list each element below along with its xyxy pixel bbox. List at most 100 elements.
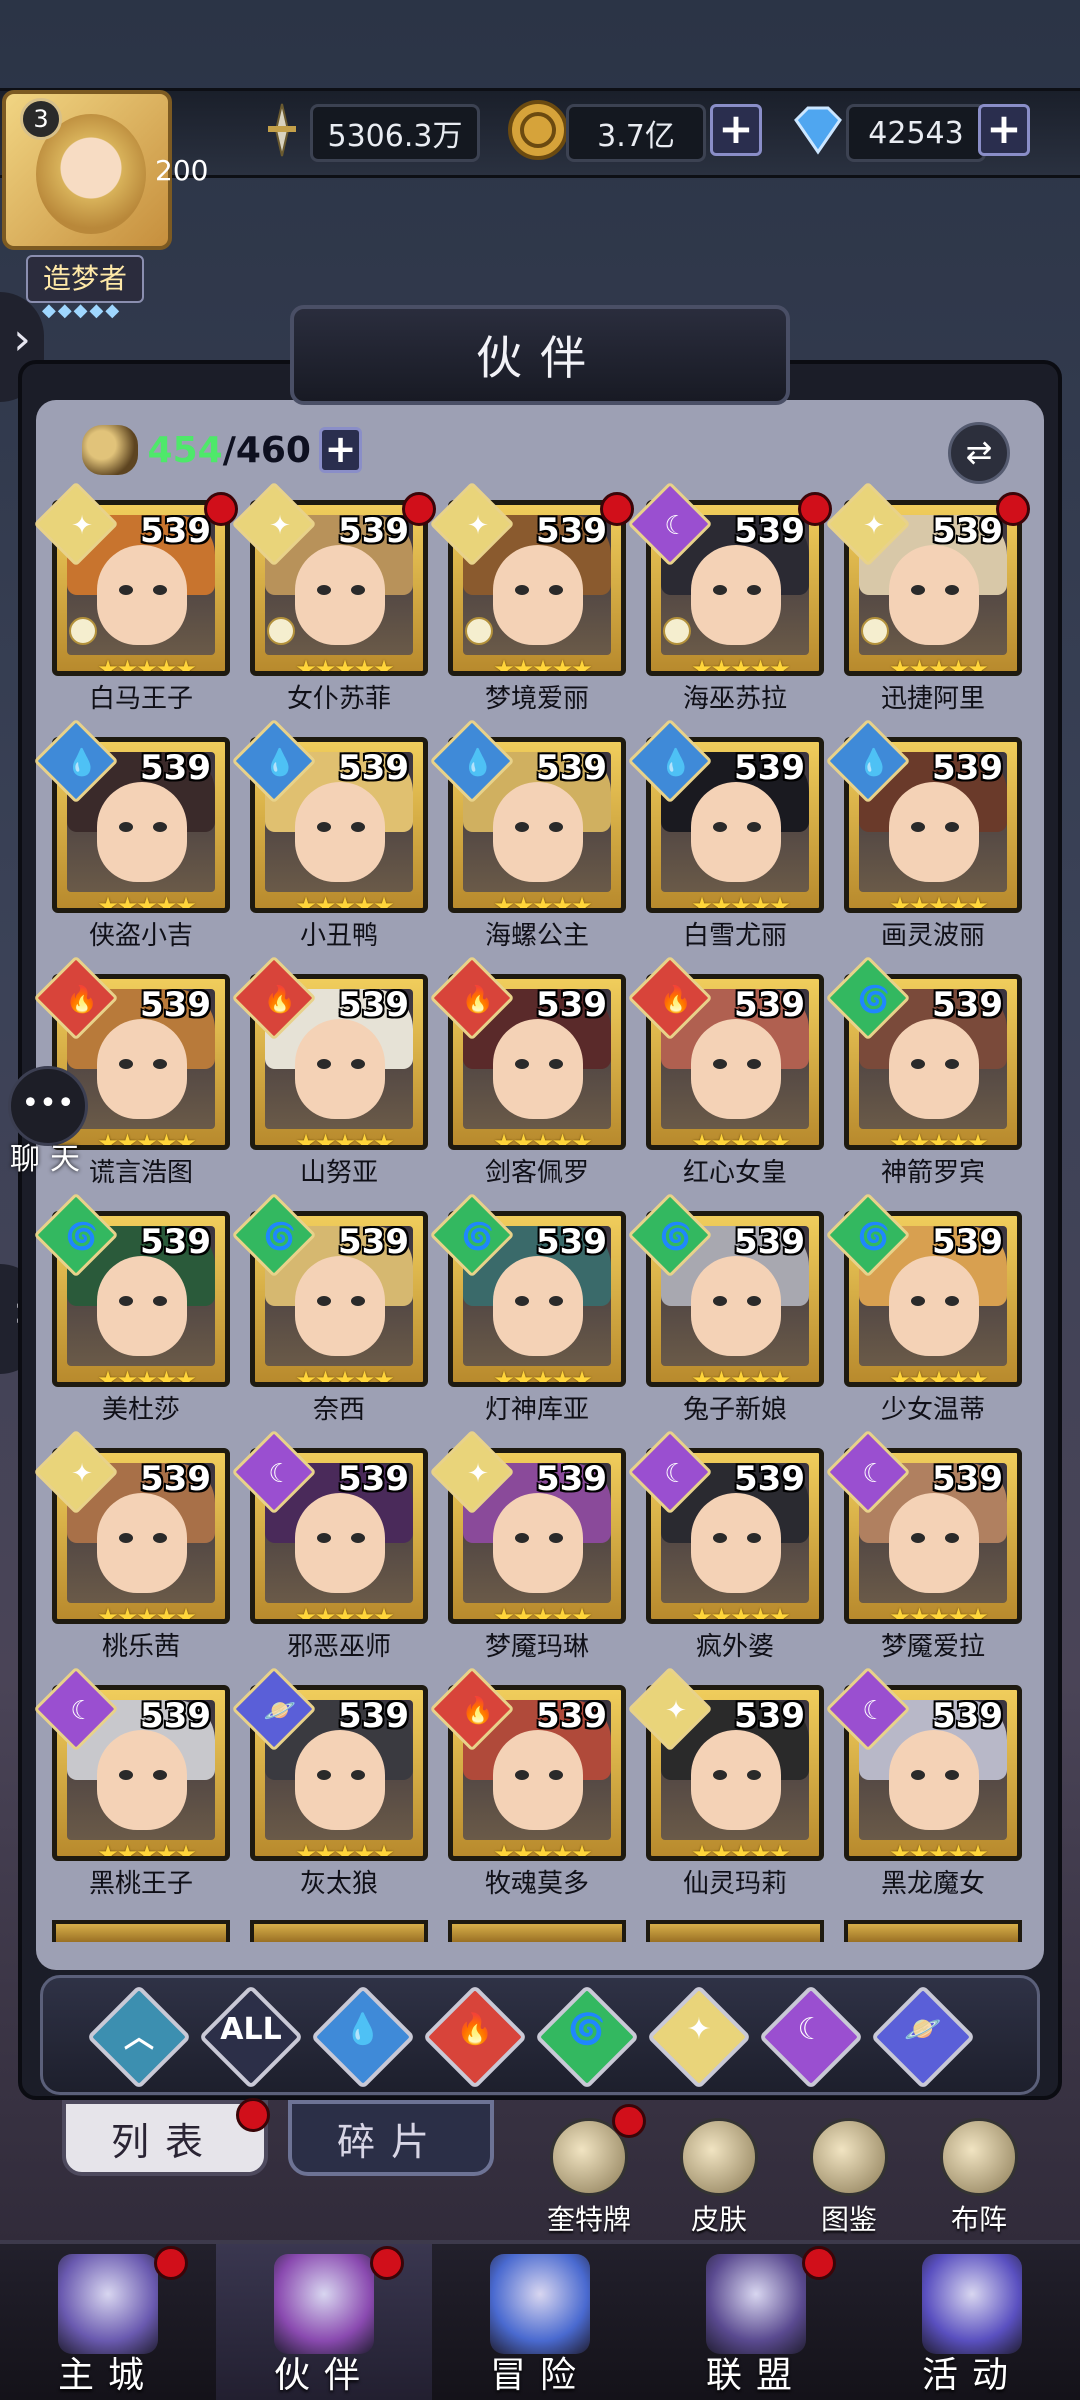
hero-face [295,1730,385,1830]
hero-eye [549,1059,563,1069]
hero-level: 539 [140,1222,211,1262]
hero-eye [153,1059,167,1069]
hero-level: 539 [338,748,409,788]
hero-card[interactable]: 539 ★★★★★ 💧 画灵波丽 [825,718,1022,951]
hero-card[interactable]: 539 ★★★★★ 💧 白雪尤丽 [627,718,824,951]
hero-card-partial[interactable] [448,1920,626,1942]
hero-level: 539 [536,511,607,551]
hero-card-partial[interactable] [646,1920,824,1942]
hero-card[interactable]: 539 ★★★★★ 🌀 少女温蒂 [825,1192,1022,1425]
water-element-icon: 💧 [659,748,693,778]
nav-adventure[interactable]: 冒险 [432,2244,648,2400]
hero-eye [515,1770,529,1780]
hero-card[interactable]: 539 ★★★★★ 🌀 兔子新娘 [627,1192,824,1425]
hero-card[interactable]: 539 ★★★★★ ☾ 梦魇爱拉 [825,1429,1022,1662]
hero-card[interactable]: 539 ★★★★★ ☾ 海巫苏拉 [627,481,832,714]
hero-card[interactable]: 539 ★★★★★ 💧 侠盗小吉 [33,718,230,951]
hero-level: 539 [932,511,1003,551]
hero-card[interactable]: 539 ★★★★★ ✦ 白马王子 [33,481,238,714]
hero-face [889,782,979,882]
sort-swap-button[interactable]: ⇄ [948,422,1010,484]
hero-card[interactable]: 539 ★★★★★ ✦ 梦境爱丽 [429,481,634,714]
nav-events[interactable]: 活动 [864,2244,1080,2400]
hero-face [97,1019,187,1119]
hero-level: 539 [140,748,211,788]
partner-count-current: 454 [147,429,223,471]
hero-level: 539 [734,1459,805,1499]
hero-card-partial[interactable] [52,1920,230,1942]
hero-card[interactable]: 539 ★★★★★ ☾ 疯外婆 [627,1429,824,1662]
chess-role-icon [465,617,493,645]
hero-face [295,1256,385,1356]
player-level-badge: 3 [20,98,62,140]
hero-card[interactable]: 539 ★★★★★ 🌀 灯神库亚 [429,1192,626,1425]
hero-eye [747,1296,761,1306]
hero-card[interactable]: 539 ★★★★★ 💧 海螺公主 [429,718,626,951]
hero-card-partial[interactable] [250,1920,428,1942]
hero-face [97,1493,187,1593]
hero-card[interactable]: 539 ★★★★★ ✦ 桃乐茜 [33,1429,230,1662]
hero-stars: ★★★★★ [889,1366,989,1387]
hero-eye [549,1533,563,1543]
hero-card[interactable]: 539 ★★★★★ ☾ 黑龙魔女 [825,1666,1022,1899]
add-gold-button[interactable]: + [710,104,762,156]
water-element-icon: 💧 [263,748,297,778]
dark-element-icon: ☾ [862,1696,886,1726]
hero-eye [119,1296,133,1306]
hero-eye [119,1059,133,1069]
expand-capacity-button[interactable]: + [318,427,362,473]
hero-name: 神箭罗宾 [880,1158,985,1188]
wind-element-icon: 🌀 [263,1222,297,1252]
hero-name: 黑桃王子 [88,1869,193,1899]
hero-eye [515,1296,529,1306]
hero-stars: ★★★★★ [889,1129,989,1150]
skins-button[interactable]: 皮肤 [664,2118,774,2236]
hero-stars: ★★★★★ [295,1129,395,1150]
hero-card[interactable]: 539 ★★★★★ 🪐 灰太狼 [231,1666,428,1899]
add-diamond-button[interactable]: + [978,104,1030,156]
wind-element-icon: 🌀 [65,1222,99,1252]
water-element-icon: 💧 [65,748,99,778]
hero-face [889,1493,979,1593]
hero-eye [515,1533,529,1543]
filter-light-icon: ✦ [686,2012,712,2047]
hero-card[interactable]: 539 ★★★★★ 🔥 牧魂莫多 [429,1666,626,1899]
hero-card[interactable]: 539 ★★★★★ ✦ 梦魇玛琳 [429,1429,626,1662]
hero-face [889,1730,979,1830]
hero-card[interactable]: 539 ★★★★★ 💧 小丑鸭 [231,718,428,951]
hero-stars: ★★★★★ [889,1603,989,1624]
hero-card[interactable]: 539 ★★★★★ 🔥 红心女皇 [627,955,824,1188]
diamond-value: 42543 [846,104,986,162]
hero-name: 黑龙魔女 [880,1869,985,1899]
hero-eye [119,822,133,832]
hero-eye [317,822,331,832]
hero-card[interactable]: 539 ★★★★★ ✦ 女仆苏菲 [231,481,436,714]
hero-card[interactable]: 539 ★★★★★ ☾ 邪恶巫师 [231,1429,428,1662]
hero-stars: ★★★★★ [691,1840,791,1861]
hero-eye [945,1770,959,1780]
filter-faction-icon: ︿ [124,2020,154,2055]
hero-card[interactable]: 539 ★★★★★ 🌀 神箭罗宾 [825,955,1022,1188]
hero-eye [713,585,727,595]
hero-stars: ★★★★★ [889,655,989,676]
hero-card[interactable]: 539 ★★★★★ 🔥 山努亚 [231,955,428,1188]
hero-eye [747,1770,761,1780]
hero-card-partial[interactable] [844,1920,1022,1942]
hero-card[interactable]: 539 ★★★★★ ☾ 黑桃王子 [33,1666,230,1899]
hero-stars: ★★★★★ [889,1840,989,1861]
filter-all-label: ALL [220,2012,282,2047]
hero-card[interactable]: 539 ★★★★★ 🔥 剑客佩罗 [429,955,626,1188]
hero-card[interactable]: 539 ★★★★★ ✦ 迅捷阿里 [825,481,1030,714]
hero-stars: ★★★★★ [97,1603,197,1624]
formation-button[interactable]: 布阵 [924,2118,1034,2236]
hero-eye [747,1059,761,1069]
fire-element-icon: 🔥 [263,985,297,1015]
hero-card[interactable]: 539 ★★★★★ 🌀 奈西 [231,1192,428,1425]
hero-eye [515,1059,529,1069]
hero-face [889,1256,979,1356]
tab-fragments[interactable]: 碎片 [288,2100,494,2176]
hero-level: 539 [932,1696,1003,1736]
hero-card[interactable]: 539 ★★★★★ ✦ 仙灵玛莉 [627,1666,824,1899]
hero-card[interactable]: 539 ★★★★★ 🌀 美杜莎 [33,1192,230,1425]
codex-button[interactable]: 图鉴 [794,2118,904,2236]
